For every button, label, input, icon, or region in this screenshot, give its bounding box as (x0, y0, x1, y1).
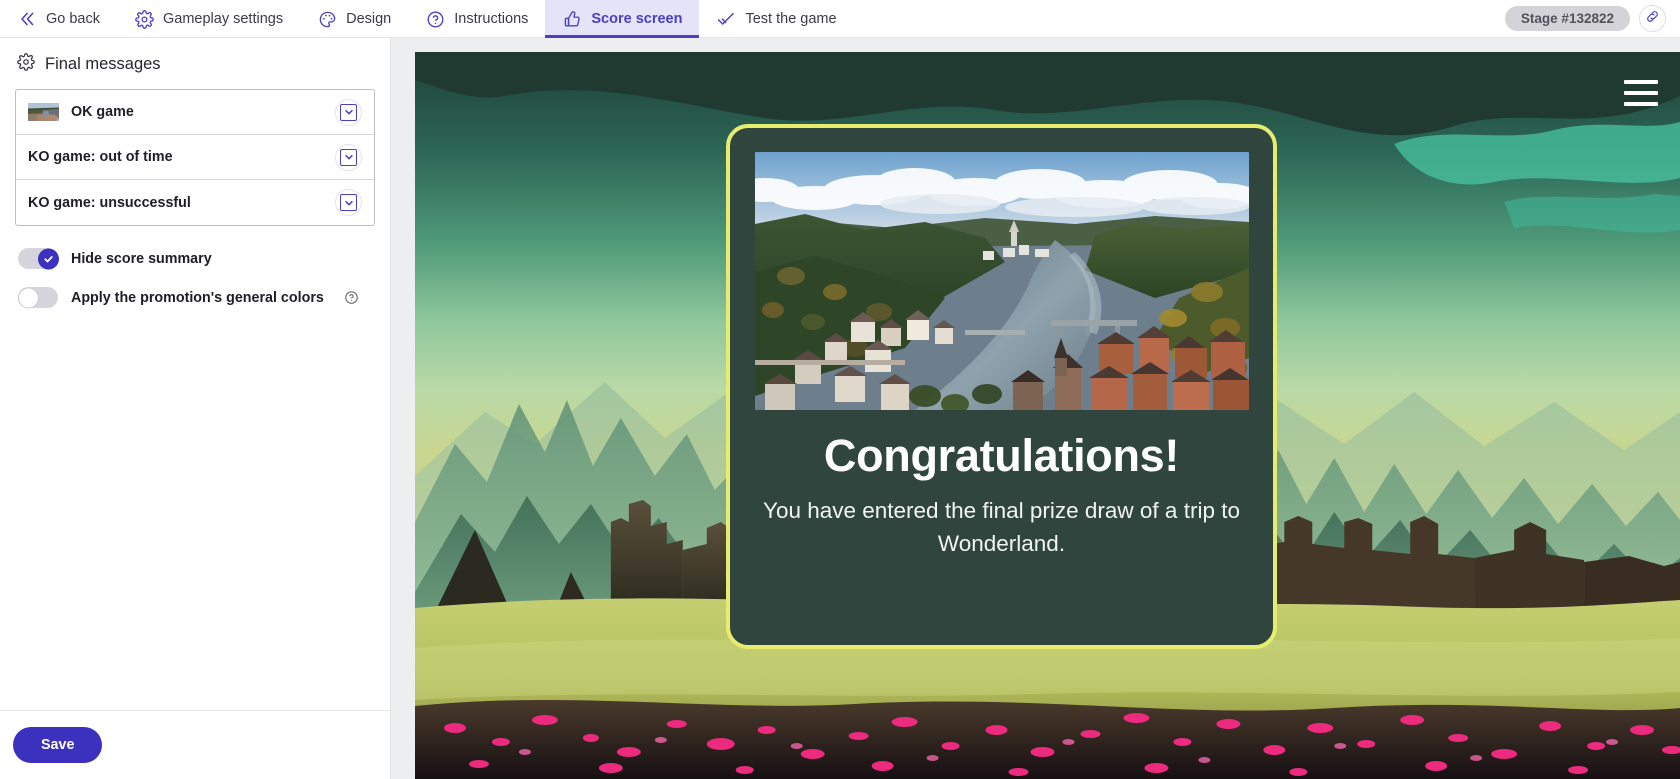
check-icon (716, 9, 736, 29)
nav-tab-label: Test the game (745, 11, 837, 27)
panel-title-label: Final messages (45, 55, 161, 73)
top-navigation-bar: Go back Gameplay settings Design Instruc… (0, 0, 1680, 38)
sidebar-content: Final messages OK game KO game: out of t… (0, 38, 390, 711)
card-title: Congratulations! (823, 430, 1180, 481)
nav-tab-design[interactable]: Design (300, 0, 408, 38)
nav-tab-label: Score screen (591, 11, 683, 27)
list-item-label: OK game (71, 104, 134, 120)
link-icon (1645, 9, 1660, 29)
nav-tab-gameplay-settings[interactable]: Gameplay settings (117, 0, 300, 38)
question-circle-icon[interactable] (344, 290, 359, 305)
hamburger-menu-icon[interactable] (1624, 80, 1658, 106)
gear-icon (17, 53, 35, 76)
expand-message-button[interactable] (335, 98, 362, 126)
card-body-text: You have entered the final prize draw of… (763, 498, 1240, 556)
hide-score-summary-toggle[interactable] (18, 248, 59, 269)
nav-tab-score-screen[interactable]: Score screen (545, 0, 700, 38)
final-messages-list: OK game KO game: out of time KO game: un… (15, 89, 375, 226)
save-button[interactable]: Save (13, 727, 103, 763)
list-item[interactable]: KO game: out of time (16, 135, 374, 180)
preview-stage-area: Congratulations! You have entered the fi… (391, 38, 1680, 779)
chevron-down-icon (340, 194, 357, 211)
palette-icon (317, 9, 337, 29)
score-result-card: Congratulations! You have entered the fi… (726, 124, 1277, 649)
nav-tab-instructions[interactable]: Instructions (408, 0, 545, 38)
nav-tab-label: Design (346, 11, 392, 27)
nav-tab-label: Instructions (454, 11, 529, 27)
list-item[interactable]: KO game: unsuccessful (16, 180, 374, 225)
hamburger-bar (1624, 80, 1658, 84)
hamburger-bar (1624, 102, 1658, 106)
stage-badge: Stage #132822 (1504, 6, 1630, 31)
hamburger-bar (1624, 91, 1658, 95)
chevron-down-icon (340, 148, 357, 166)
stage-area: Stage #132822 (1504, 0, 1680, 37)
chevron-down-icon (340, 103, 357, 121)
expand-message-button[interactable] (335, 143, 362, 171)
apply-general-colors-toggle[interactable] (18, 287, 58, 308)
thumbs-up-icon (562, 9, 582, 29)
question-circle-icon (425, 9, 445, 29)
toggle-knob (38, 248, 59, 269)
link-button[interactable] (1639, 5, 1666, 32)
panel-title: Final messages (15, 38, 375, 89)
gear-icon (134, 9, 154, 29)
expand-message-button[interactable] (335, 189, 362, 216)
nav-tab-label: Go back (46, 11, 100, 27)
nav-tab-test-the-game[interactable]: Test the game (699, 0, 853, 38)
nav-tab-go-back[interactable]: Go back (0, 0, 117, 38)
sidebar-panel: Final messages OK game KO game: out of t… (0, 38, 391, 779)
sidebar-footer: Save (0, 711, 390, 779)
toggle-row-hide-score-summary: Hide score summary (15, 248, 375, 269)
toggle-knob (18, 287, 39, 308)
list-item[interactable]: OK game (16, 90, 374, 135)
toggle-row-apply-general-colors: Apply the promotion's general colors (15, 287, 375, 308)
toggle-label: Hide score summary (71, 250, 212, 267)
chevrons-left-icon (17, 9, 37, 29)
toggle-label: Apply the promotion's general colors (71, 289, 324, 306)
nav-tab-label: Gameplay settings (163, 11, 284, 27)
list-item-label: KO game: out of time (28, 149, 173, 165)
list-item-label: KO game: unsuccessful (28, 194, 191, 211)
card-image (754, 152, 1249, 410)
game-preview: Congratulations! You have entered the fi… (415, 52, 1680, 779)
message-thumbnail (28, 103, 59, 121)
